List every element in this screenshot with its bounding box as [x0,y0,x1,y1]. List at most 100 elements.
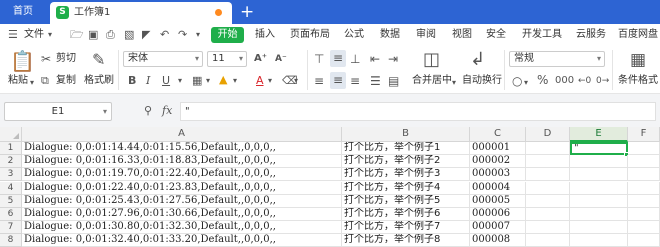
cell-e[interactable] [570,168,628,182]
cell-e[interactable] [570,155,628,169]
cell-c[interactable]: 000002 [470,155,526,169]
tab-data[interactable]: 数据 [380,24,400,46]
formula-input[interactable]: " [180,102,656,121]
chevron-down-icon[interactable]: ▾ [178,74,182,88]
chevron-down-icon[interactable]: ▾ [206,74,210,88]
cell-b[interactable]: 打个比方，举个例子5 [342,194,470,208]
row-header[interactable]: 1 [0,142,22,155]
export-icon[interactable]: ◤ [142,29,150,41]
cell-f[interactable] [628,194,660,208]
cell-b[interactable]: 打个比方，举个例子2 [342,155,470,169]
row-header[interactable]: 3 [0,168,22,182]
paste-chevron-icon[interactable]: ▾ [30,76,34,90]
align-top-icon[interactable]: ⊤ [314,52,324,66]
active-cell-e1[interactable]: " [570,142,628,155]
border-icon[interactable]: ▦ [192,74,202,88]
thousands-separator-icon[interactable]: 000 [555,74,574,88]
cell-e[interactable] [570,221,628,235]
chevron-down-icon[interactable]: ▾ [48,29,52,41]
cell-d[interactable] [526,142,570,155]
tab-security[interactable]: 安全 [486,24,506,46]
tab-insert[interactable]: 插入 [255,24,275,46]
row-header[interactable]: 6 [0,208,22,221]
cell-d[interactable] [526,168,570,182]
chevron-down-icon[interactable]: ▾ [294,74,298,88]
align-middle-icon[interactable]: ≡ [330,50,346,67]
align-center-icon[interactable]: ≡ [330,72,346,89]
fx-icon[interactable]: fx [162,104,172,118]
bold-icon[interactable]: B [128,74,136,88]
currency-icon[interactable]: ○ [512,74,522,88]
cell-f[interactable] [628,142,660,155]
row-header[interactable]: 8 [0,234,22,247]
chevron-down-icon[interactable]: ▾ [524,76,528,90]
align-bottom-icon[interactable]: ⊥ [350,52,360,66]
new-tab-button[interactable]: + [240,2,254,22]
hamburger-menu-icon[interactable]: ☰ [8,29,18,41]
wrap-text-icon[interactable]: ↲ [470,50,485,70]
redo-icon[interactable]: ↷ [178,29,187,41]
cell-f[interactable] [628,221,660,235]
cell-d[interactable] [526,221,570,235]
decrease-decimal-icon[interactable]: 0→ [596,74,609,88]
sheet-grid[interactable]: A B C D E F 1 Dialogue: 0,0:01:14.44,0:01… [0,127,660,247]
chevron-down-icon[interactable]: ▾ [268,74,272,88]
cut-button[interactable]: 剪切 [56,52,76,66]
cell-b[interactable]: 打个比方，举个例子6 [342,208,470,221]
cell-c[interactable]: 000008 [470,234,526,247]
paste-button[interactable]: 粘贴 [8,74,28,88]
cell-a[interactable]: Dialogue: 0,0:01:16.33,0:01:18.83,Defaul… [22,155,342,169]
cell-e[interactable] [570,181,628,195]
chevron-down-icon[interactable]: ▾ [233,74,237,88]
open-folder-icon[interactable]: 🗁 [70,29,84,41]
percent-icon[interactable]: % [537,73,548,87]
cell-f[interactable] [628,181,660,195]
more-chevron-icon[interactable]: ▾ [196,29,200,41]
paste-icon[interactable]: 📋 [10,50,35,72]
cell-b[interactable]: 打个比方，举个例子3 [342,168,470,182]
font-size-select[interactable]: 11 ▾ [207,51,247,67]
tab-workbook[interactable]: S 工作簿1 [50,2,232,24]
menu-file[interactable]: 文件 [24,24,44,46]
cell-a[interactable]: Dialogue: 0,0:01:32.40,0:01:33.20,Defaul… [22,234,342,247]
cell-c[interactable]: 000005 [470,194,526,208]
cell-d[interactable] [526,181,570,195]
font-color-icon[interactable]: A [256,74,264,88]
tab-start[interactable]: 开始 [211,27,244,43]
chevron-down-icon[interactable]: ▾ [452,76,456,90]
column-header-d[interactable]: D [526,127,570,142]
merge-center-icon[interactable]: ◫ [423,50,440,70]
indent-increase-icon[interactable]: ⇥ [388,52,398,66]
cell-e[interactable] [570,208,628,221]
cell-d[interactable] [526,194,570,208]
decrease-font-icon[interactable]: A⁻ [275,52,287,66]
copy-button[interactable]: 复制 [56,74,76,88]
row-header[interactable]: 2 [0,155,22,169]
format-painter-icon[interactable]: ✎ [92,50,105,70]
cell-e[interactable] [570,234,628,247]
cell-c[interactable]: 000004 [470,181,526,195]
cell-a[interactable]: Dialogue: 0,0:01:25.43,0:01:27.56,Defaul… [22,194,342,208]
cell-a[interactable]: Dialogue: 0,0:01:14.44,0:01:15.56,Defaul… [22,142,342,155]
cell-e[interactable] [570,194,628,208]
underline-icon[interactable]: U [162,74,170,88]
column-header-c[interactable]: C [470,127,526,142]
cell-c[interactable]: 000001 [470,142,526,155]
row-header[interactable]: 4 [0,181,22,195]
cell-f[interactable] [628,155,660,169]
cell-f[interactable] [628,208,660,221]
conditional-format-icon[interactable]: ▦ [630,50,646,70]
print-preview-icon[interactable]: ▧ [124,29,134,41]
cell-a[interactable]: Dialogue: 0,0:01:22.40,0:01:23.83,Defaul… [22,181,342,195]
tab-cloud[interactable]: 云服务 [576,24,606,46]
column-header-f[interactable]: F [628,127,660,142]
merge-center-button[interactable]: 合并居中 [412,74,452,88]
distributed-icon[interactable]: ▤ [388,74,399,88]
cell-b[interactable]: 打个比方，举个例子8 [342,234,470,247]
cell-c[interactable]: 000003 [470,168,526,182]
copy-icon[interactable]: ⧉ [41,74,49,88]
indent-decrease-icon[interactable]: ⇤ [370,52,380,66]
cut-icon[interactable]: ✂ [41,52,51,66]
cell-b[interactable]: 打个比方，举个例子4 [342,181,470,195]
print-icon[interactable]: ⎙ [106,29,115,41]
